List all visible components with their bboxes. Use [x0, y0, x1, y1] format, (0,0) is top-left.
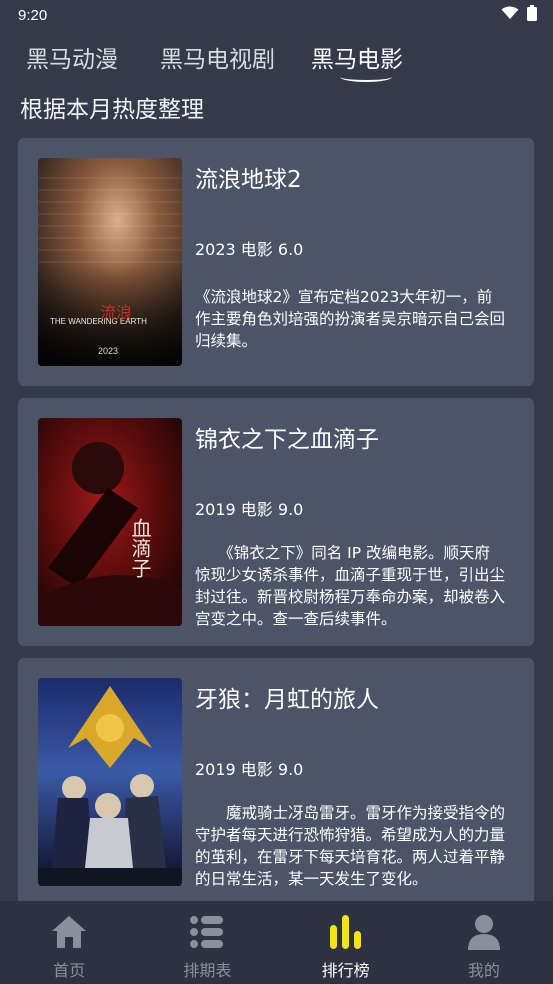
movie-poster-image: THE WANDERING EARTH 流浪 2023	[38, 158, 182, 366]
active-tab-indicator	[340, 72, 392, 82]
svg-text:流浪: 流浪	[100, 303, 132, 322]
poster-1-year-text: 2023	[98, 346, 118, 356]
tab-tv-series[interactable]: 黑马电视剧	[160, 40, 275, 74]
home-icon	[50, 913, 88, 951]
poster-2-title-text: 血滴子	[128, 518, 152, 578]
nav-item-home[interactable]: 首页	[0, 901, 138, 984]
battery-icon	[527, 5, 537, 25]
movie-description: 《锦衣之下》同名 IP 改编电影。顺天府惊现少女诱杀事件，血滴子重现于世，引出尘…	[195, 544, 505, 628]
wifi-icon	[501, 6, 519, 24]
movie-poster-image	[38, 678, 182, 886]
status-icons	[501, 5, 537, 25]
movie-meta: 2023 电影 6.0	[195, 240, 304, 259]
nav-label: 排行榜	[321, 961, 370, 980]
movie-title: 流浪地球2	[195, 167, 302, 193]
bar-chart-icon	[327, 913, 365, 951]
poster-1-title-text: THE WANDERING EARTH	[50, 317, 147, 326]
movie-card[interactable]: 牙狼：月虹的旅人 2019 电影 9.0 魔戒骑士冴岛雷牙。雷牙作为接受指令的守…	[18, 658, 534, 906]
status-time: 9:20	[18, 6, 48, 24]
nav-item-schedule[interactable]: 排期表	[138, 901, 276, 984]
status-bar: 9:20	[0, 0, 553, 30]
nav-label: 我的	[467, 961, 500, 980]
tab-anime[interactable]: 黑马动漫	[26, 40, 118, 74]
tab-movies[interactable]: 黑马电影	[311, 40, 403, 74]
movie-meta: 2019 电影 9.0	[195, 760, 304, 779]
movie-poster-image: 血滴子	[38, 418, 182, 626]
movie-card[interactable]: THE WANDERING EARTH 流浪 2023 流浪地球2 2023 电…	[18, 138, 534, 386]
user-icon	[465, 913, 503, 951]
nav-label: 排期表	[183, 961, 232, 980]
nav-label: 首页	[53, 961, 86, 980]
movie-title: 锦衣之下之血滴子	[195, 427, 379, 453]
movie-meta: 2019 电影 9.0	[195, 500, 304, 519]
section-title: 根据本月热度整理	[20, 97, 204, 123]
movie-description: 《流浪地球2》宣布定档2023大年初一，前作主要角色刘培强的扮演者吴京暗示自己会…	[195, 288, 505, 350]
nav-item-profile[interactable]: 我的	[415, 901, 553, 984]
category-tabs: 黑马动漫 黑马电视剧 黑马电影	[0, 34, 553, 80]
movie-title: 牙狼：月虹的旅人	[195, 687, 379, 713]
movie-card[interactable]: 血滴子 锦衣之下之血滴子 2019 电影 9.0 《锦衣之下》同名 IP 改编电…	[18, 398, 534, 646]
nav-item-ranking[interactable]: 排行榜	[277, 901, 415, 984]
bottom-navigation: 首页 排期表 排行榜 我的	[0, 901, 553, 984]
list-icon	[188, 913, 226, 951]
movie-description: 魔戒骑士冴岛雷牙。雷牙作为接受指令的守护者每天进行恐怖狩猎。希望成为人的力量的茧…	[195, 804, 505, 888]
